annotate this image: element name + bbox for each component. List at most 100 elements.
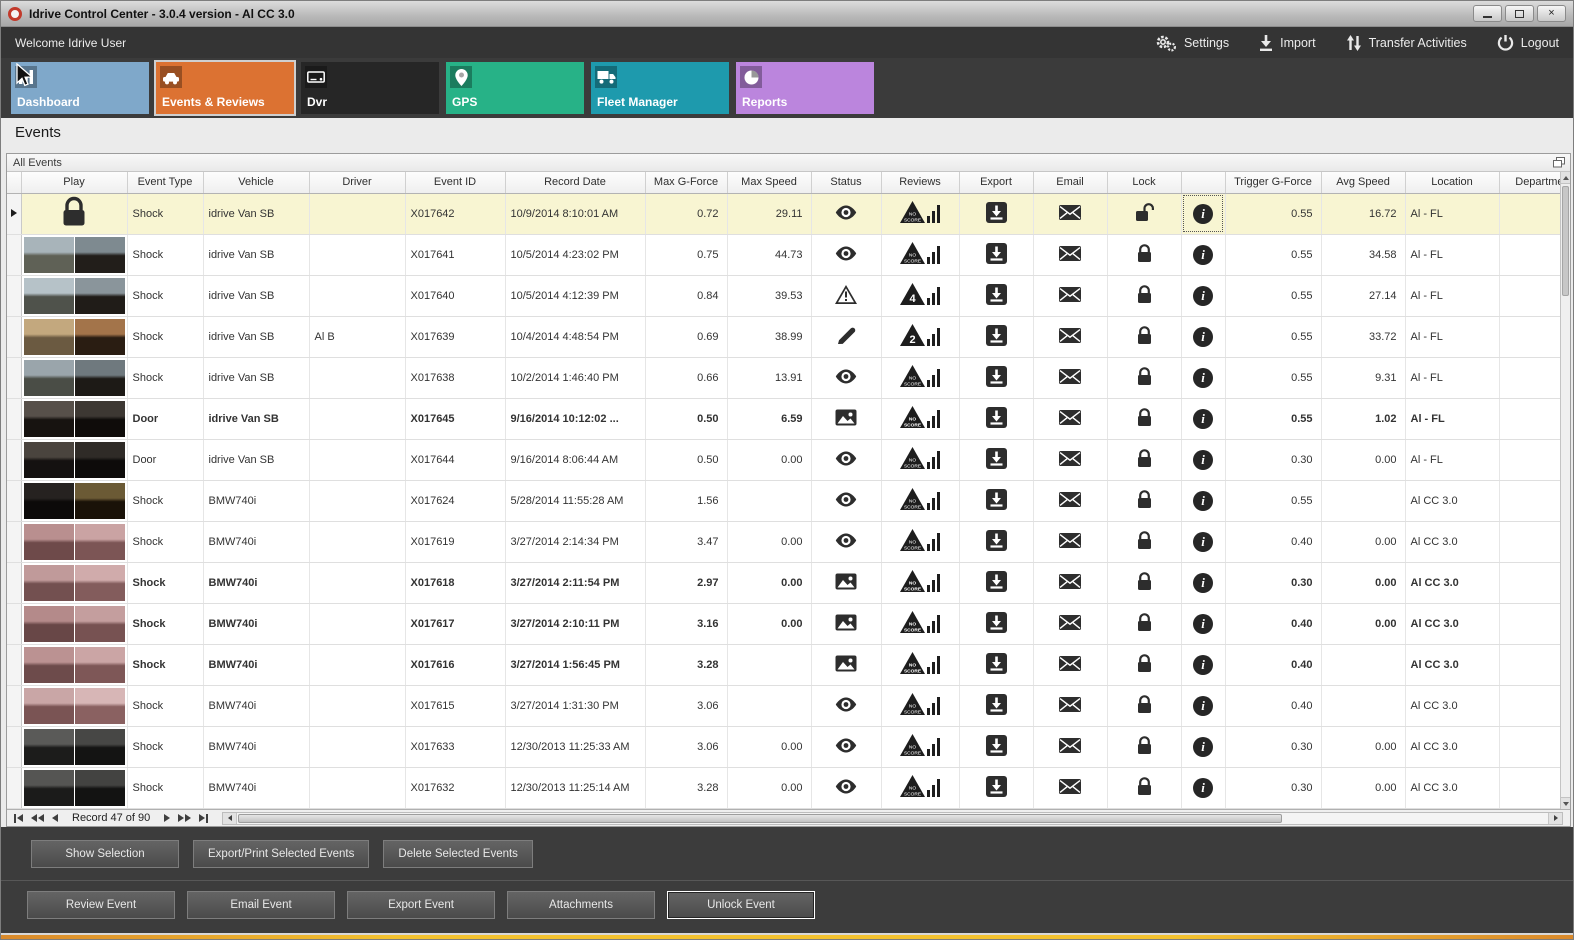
event-thumbnail[interactable] [23,646,125,683]
reviews-cell[interactable]: NOSCORE [881,193,960,235]
play-cell[interactable] [21,275,128,317]
play-cell[interactable] [21,521,128,563]
event-thumbnail[interactable] [23,769,125,806]
reviews-cell[interactable]: 4 [881,275,960,317]
table-row[interactable]: Shock BMW740i X017618 3/27/2014 2:11:54 PM 2… [7,562,1570,604]
lock-cell[interactable] [1107,480,1182,522]
event-thumbnail[interactable] [23,441,125,478]
vertical-scrollbar[interactable] [1560,172,1570,809]
table-row[interactable]: Door idrive Van SB X017644 9/16/2014 8:06:4… [7,439,1570,481]
column-header[interactable]: Lock [1107,172,1182,194]
table-row[interactable]: Shock BMW740i X017619 3/27/2014 2:14:34 PM 3… [7,521,1570,563]
email-cell[interactable] [1033,275,1108,317]
vertical-scrollbar-thumb[interactable] [1562,186,1569,296]
lock-cell[interactable] [1107,357,1182,399]
nav-tile-reports[interactable]: Reports [736,62,874,114]
export-cell[interactable] [959,193,1034,235]
column-header[interactable]: Max G-Force [645,172,728,194]
play-cell[interactable] [21,234,128,276]
table-row[interactable]: Shock idrive Van SB Al B X017639 10/4/2014 4… [7,316,1570,358]
play-cell[interactable] [21,398,128,440]
play-cell[interactable] [21,603,128,645]
lock-cell[interactable] [1107,685,1182,727]
scroll-up-button[interactable] [1561,172,1570,184]
column-header[interactable]: Event Type [127,172,204,194]
export-cell[interactable] [959,316,1034,358]
reviews-cell[interactable]: 2 [881,316,960,358]
horizontal-scrollbar[interactable] [222,811,1563,825]
table-row[interactable]: Door idrive Van SB X017645 9/16/2014 10:12:… [7,398,1570,440]
lock-cell[interactable] [1107,234,1182,276]
export-cell[interactable] [959,398,1034,440]
reviews-cell[interactable]: NOSCORE [881,480,960,522]
nav-tile-dashboard[interactable]: Dashboard [11,62,149,114]
eye-status-icon[interactable] [811,767,882,809]
export-cell[interactable] [959,562,1034,604]
reviews-cell[interactable]: NOSCORE [881,644,960,686]
close-button[interactable]: × [1537,5,1566,22]
email-cell[interactable] [1033,193,1108,235]
table-row[interactable]: Shock idrive Van SB X017640 10/5/2014 4:12:… [7,275,1570,317]
eye-status-icon[interactable] [811,193,882,235]
info-cell[interactable]: i [1181,726,1226,768]
scroll-down-button[interactable] [1561,797,1570,809]
export-cell[interactable] [959,521,1034,563]
info-cell[interactable]: i [1181,316,1226,358]
reviews-cell[interactable]: NOSCORE [881,521,960,563]
email-cell[interactable] [1033,357,1108,399]
prev-record-button[interactable] [48,811,62,826]
column-header[interactable]: Status [811,172,882,194]
lock-cell[interactable] [1107,275,1182,317]
play-cell[interactable] [21,726,128,768]
export-cell[interactable] [959,275,1034,317]
email-cell[interactable] [1033,398,1108,440]
eye-status-icon[interactable] [811,439,882,481]
column-header[interactable]: Email [1033,172,1108,194]
email-cell[interactable] [1033,316,1108,358]
logout-button[interactable]: Logout [1497,34,1559,51]
export-cell[interactable] [959,603,1034,645]
play-cell[interactable] [21,439,128,481]
reviews-cell[interactable]: NOSCORE [881,767,960,809]
event-thumbnail[interactable] [23,277,125,314]
snapshot-status-icon[interactable] [811,562,882,604]
export-cell[interactable] [959,767,1034,809]
play-cell[interactable] [21,644,128,686]
export-cell[interactable] [959,439,1034,481]
event-thumbnail[interactable] [23,400,125,437]
info-cell[interactable]: i [1181,234,1226,276]
play-cell[interactable] [21,562,128,604]
info-cell[interactable]: i [1181,603,1226,645]
table-row[interactable]: ShockBMW740i NOSCORE i [7,808,1570,809]
reviews-cell[interactable]: NOSCORE [881,726,960,768]
column-header[interactable]: Record Date [505,172,646,194]
email-cell[interactable] [1033,603,1108,645]
export-cell[interactable] [959,480,1034,522]
export-event-button[interactable]: Export Event [347,891,495,919]
event-thumbnail[interactable] [23,728,125,765]
event-thumbnail[interactable] [23,236,125,273]
table-row[interactable]: Shock BMW740i X017632 12/30/2013 11:25:14 A… [7,767,1570,809]
table-row[interactable]: Shock BMW740i X017624 5/28/2014 11:55:28 AM… [7,480,1570,522]
export-cell[interactable] [959,685,1034,727]
email-cell[interactable] [1033,808,1108,809]
export-print-selected-button[interactable]: Export/Print Selected Events [193,840,370,868]
export-cell[interactable] [959,357,1034,399]
eye-status-icon[interactable] [811,521,882,563]
nav-tile-events[interactable]: Events & Reviews [154,60,296,116]
snapshot-status-icon[interactable] [811,644,882,686]
table-row[interactable]: Shock BMW740i X017615 3/27/2014 1:31:30 PM 3… [7,685,1570,727]
info-cell[interactable]: i [1181,767,1226,809]
horizontal-scrollbar-thumb[interactable] [238,813,1283,823]
lock-cell[interactable] [1107,193,1182,235]
nav-tile-gps[interactable]: GPS [446,62,584,114]
column-header[interactable]: Driver [309,172,406,194]
eye-status-icon[interactable] [811,726,882,768]
info-cell[interactable]: i [1181,275,1226,317]
info-cell[interactable]: i [1181,685,1226,727]
event-thumbnail[interactable] [23,687,125,724]
column-header[interactable]: Reviews [881,172,960,194]
email-cell[interactable] [1033,480,1108,522]
email-event-button[interactable]: Email Event [187,891,335,919]
info-cell[interactable]: i [1181,808,1226,809]
